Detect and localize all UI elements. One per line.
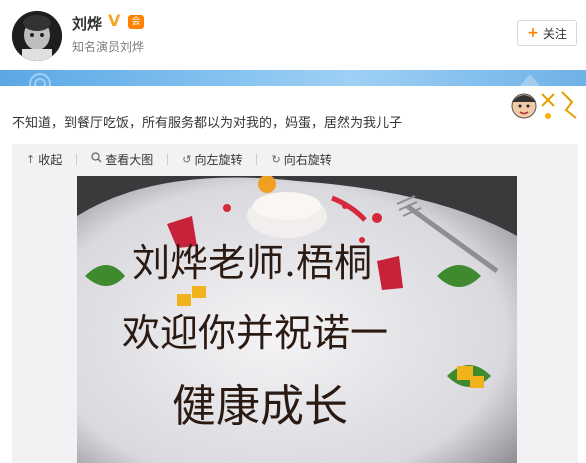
plate-message-line2: 欢迎你并祝诺一 xyxy=(122,311,388,355)
rotate-left-icon: ↺ xyxy=(182,152,192,166)
username[interactable]: 刘烨 xyxy=(72,13,102,34)
vip-badge-icon: 会 xyxy=(128,15,144,29)
plate-message-line1: 刘烨老师.梧桐 xyxy=(132,241,372,285)
search-icon xyxy=(91,152,102,166)
user-description: 知名演员刘烨 xyxy=(72,40,145,54)
post-header: 刘烨 V 会 知名演员刘烨 + 关注 xyxy=(0,0,586,70)
rotate-left-button[interactable]: ↺ 向左旋转 xyxy=(182,151,242,168)
toolbar-divider xyxy=(167,153,169,165)
plus-icon: + xyxy=(527,25,539,41)
rotate-right-button[interactable]: ↻ 向右旋转 xyxy=(271,151,331,168)
post-photo[interactable]: 刘烨老师.梧桐 欢迎你并祝诺一 健康成长 xyxy=(77,176,517,463)
toolbar-divider xyxy=(76,153,78,165)
follow-button[interactable]: + 关注 xyxy=(517,20,577,46)
decorative-banner xyxy=(0,70,586,95)
media-container: ↑ 收起 查看大图 ↺ 向左旋转 ↻ 向右旋转 刘烨老师.梧桐 欢迎你并祝诺一 … xyxy=(12,144,578,463)
media-toolbar: ↑ 收起 查看大图 ↺ 向左旋转 ↻ 向右旋转 xyxy=(12,144,578,174)
rotate-left-label: 向左旋转 xyxy=(194,152,243,167)
avatar[interactable] xyxy=(12,11,62,61)
arrow-up-icon: ↑ xyxy=(26,152,36,166)
view-large-button[interactable]: 查看大图 xyxy=(91,151,153,168)
rotate-right-icon: ↻ xyxy=(271,152,281,166)
view-large-label: 查看大图 xyxy=(105,152,154,167)
collapse-label: 收起 xyxy=(38,152,63,167)
rotate-right-label: 向右旋转 xyxy=(283,152,332,167)
toolbar-divider xyxy=(256,153,258,165)
sticker-icon xyxy=(502,88,582,124)
verified-icon: V xyxy=(108,11,121,30)
follow-label: 关注 xyxy=(542,26,567,41)
post-text: 不知道，到餐厅吃饭，所有服务都以为对我的，妈蛋，居然为我儿子 xyxy=(12,116,403,131)
plate-message-line3: 健康成长 xyxy=(172,381,348,432)
collapse-button[interactable]: ↑ 收起 xyxy=(26,151,62,168)
